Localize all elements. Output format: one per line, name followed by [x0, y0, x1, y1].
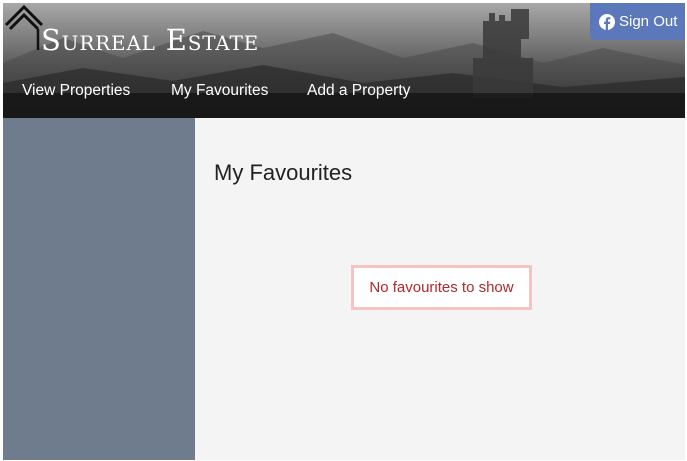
app-window: Surreal Estate View Properties My Favour…: [3, 3, 685, 460]
house-roof-icon: [4, 4, 44, 50]
sign-out-button[interactable]: Sign Out: [590, 3, 685, 40]
empty-state-alert: No favourites to show: [351, 265, 532, 310]
nav-view-properties[interactable]: View Properties: [22, 79, 130, 103]
sidebar: [3, 118, 195, 460]
header: Surreal Estate View Properties My Favour…: [3, 3, 685, 118]
main-content: My Favourites No favourites to show: [195, 118, 685, 460]
nav-add-property[interactable]: Add a Property: [307, 79, 410, 103]
brand-title[interactable]: Surreal Estate: [41, 20, 259, 60]
nav-my-favourites[interactable]: My Favourites: [171, 79, 268, 103]
facebook-icon: [599, 13, 615, 30]
page-title: My Favourites: [214, 160, 353, 185]
sign-out-label: Sign Out: [619, 13, 678, 30]
empty-state-message: No favourites to show: [369, 279, 514, 296]
